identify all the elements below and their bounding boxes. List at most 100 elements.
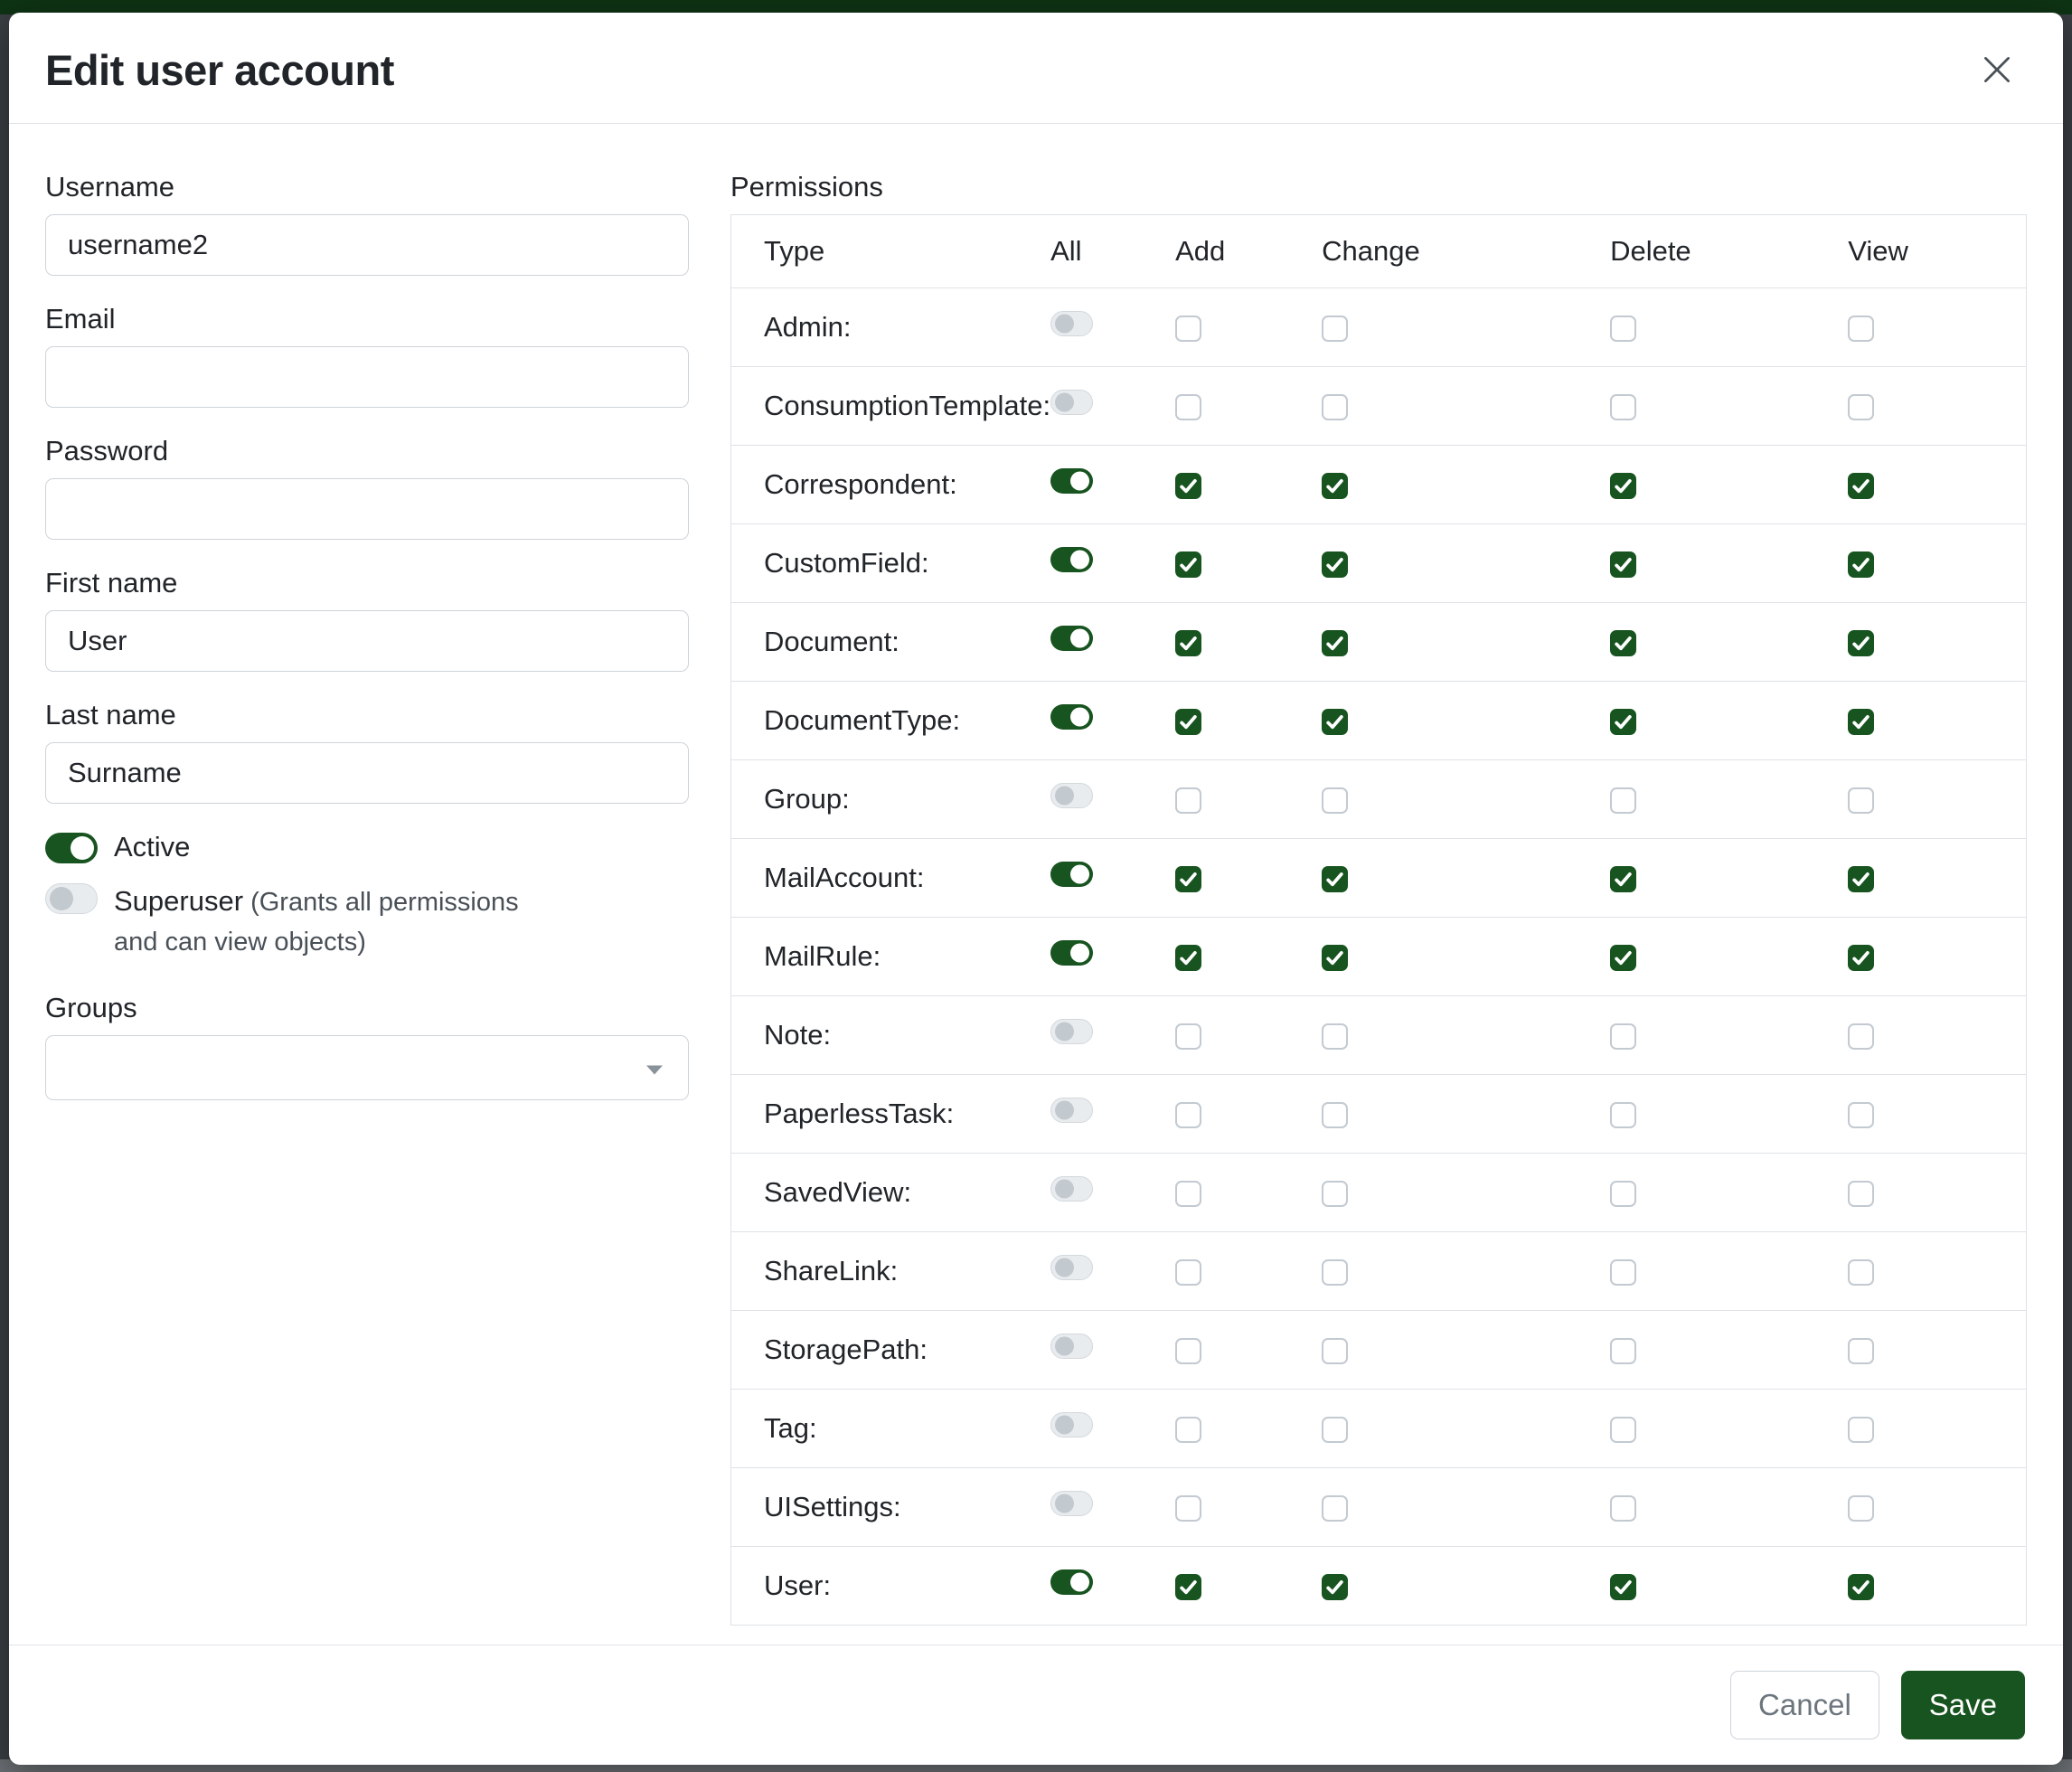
- permission-add-checkbox[interactable]: [1175, 1023, 1201, 1050]
- permission-change-checkbox[interactable]: [1322, 1338, 1348, 1364]
- permission-add-checkbox[interactable]: [1175, 1181, 1201, 1207]
- permission-add-checkbox[interactable]: [1175, 709, 1201, 735]
- permission-view-checkbox[interactable]: [1848, 1495, 1874, 1522]
- check-icon: [1850, 475, 1872, 497]
- permission-delete-checkbox[interactable]: [1610, 1417, 1636, 1443]
- permission-change-checkbox[interactable]: [1322, 1102, 1348, 1128]
- permission-view-checkbox[interactable]: [1848, 1023, 1874, 1050]
- permission-change-checkbox[interactable]: [1322, 394, 1348, 420]
- permission-change-checkbox[interactable]: [1322, 473, 1348, 499]
- permission-all-toggle[interactable]: [1050, 1491, 1093, 1516]
- permission-view-checkbox[interactable]: [1848, 1574, 1874, 1600]
- permission-add-checkbox[interactable]: [1175, 1574, 1201, 1600]
- active-toggle[interactable]: [45, 833, 98, 863]
- permission-view-checkbox[interactable]: [1848, 1181, 1874, 1207]
- permission-delete-checkbox[interactable]: [1610, 709, 1636, 735]
- permission-add-checkbox[interactable]: [1175, 394, 1201, 420]
- permission-change-checkbox[interactable]: [1322, 945, 1348, 971]
- permission-all-toggle[interactable]: [1050, 1334, 1093, 1359]
- permission-change-checkbox[interactable]: [1322, 551, 1348, 578]
- permission-change-checkbox[interactable]: [1322, 1023, 1348, 1050]
- check-icon: [1323, 868, 1346, 891]
- permission-view-checkbox[interactable]: [1848, 1259, 1874, 1286]
- permission-all-toggle[interactable]: [1050, 626, 1093, 651]
- permission-change-checkbox[interactable]: [1322, 866, 1348, 892]
- permission-all-toggle[interactable]: [1050, 311, 1093, 336]
- permission-delete-checkbox[interactable]: [1610, 866, 1636, 892]
- permission-all-toggle[interactable]: [1050, 1019, 1093, 1044]
- permission-delete-checkbox[interactable]: [1610, 1102, 1636, 1128]
- permission-add-checkbox[interactable]: [1175, 630, 1201, 656]
- permission-add-checkbox[interactable]: [1175, 1102, 1201, 1128]
- permission-add-checkbox[interactable]: [1175, 945, 1201, 971]
- permission-add-checkbox[interactable]: [1175, 316, 1201, 342]
- save-button[interactable]: Save: [1901, 1671, 2025, 1739]
- permission-change-checkbox[interactable]: [1322, 1574, 1348, 1600]
- permission-add-checkbox[interactable]: [1175, 1495, 1201, 1522]
- permission-delete-checkbox[interactable]: [1610, 551, 1636, 578]
- permission-add-checkbox[interactable]: [1175, 787, 1201, 814]
- permission-view-checkbox[interactable]: [1848, 787, 1874, 814]
- permission-view-checkbox[interactable]: [1848, 551, 1874, 578]
- close-button[interactable]: [1971, 43, 2023, 96]
- permission-change-checkbox[interactable]: [1322, 787, 1348, 814]
- permission-change-checkbox[interactable]: [1322, 316, 1348, 342]
- permission-add-checkbox[interactable]: [1175, 1259, 1201, 1286]
- permission-delete-checkbox[interactable]: [1610, 1181, 1636, 1207]
- permission-row: Tag:: [731, 1390, 2027, 1468]
- permission-delete-checkbox[interactable]: [1610, 945, 1636, 971]
- permission-delete-checkbox[interactable]: [1610, 473, 1636, 499]
- permission-change-checkbox[interactable]: [1322, 709, 1348, 735]
- permission-all-toggle[interactable]: [1050, 1176, 1093, 1202]
- permission-change-checkbox[interactable]: [1322, 1495, 1348, 1522]
- permission-all-toggle[interactable]: [1050, 1098, 1093, 1123]
- permission-view-checkbox[interactable]: [1848, 1417, 1874, 1443]
- permission-change-checkbox[interactable]: [1322, 630, 1348, 656]
- groups-select[interactable]: [45, 1035, 689, 1100]
- permission-change-checkbox[interactable]: [1322, 1417, 1348, 1443]
- permission-all-toggle[interactable]: [1050, 1569, 1093, 1595]
- permission-view-checkbox[interactable]: [1848, 1338, 1874, 1364]
- permission-delete-checkbox[interactable]: [1610, 1495, 1636, 1522]
- permission-delete-checkbox[interactable]: [1610, 787, 1636, 814]
- permissions-column-header: Delete: [1610, 215, 1848, 288]
- permission-all-toggle[interactable]: [1050, 547, 1093, 572]
- permission-change-checkbox[interactable]: [1322, 1259, 1348, 1286]
- email-input[interactable]: [45, 346, 689, 408]
- superuser-toggle[interactable]: [45, 883, 98, 914]
- permission-add-checkbox[interactable]: [1175, 551, 1201, 578]
- permission-delete-checkbox[interactable]: [1610, 630, 1636, 656]
- permission-all-toggle[interactable]: [1050, 862, 1093, 887]
- permission-all-toggle[interactable]: [1050, 1412, 1093, 1437]
- permission-all-toggle[interactable]: [1050, 390, 1093, 415]
- permission-add-checkbox[interactable]: [1175, 473, 1201, 499]
- permission-all-toggle[interactable]: [1050, 1255, 1093, 1280]
- permission-delete-checkbox[interactable]: [1610, 316, 1636, 342]
- permission-all-toggle[interactable]: [1050, 783, 1093, 808]
- permission-delete-checkbox[interactable]: [1610, 1574, 1636, 1600]
- permission-all-toggle[interactable]: [1050, 468, 1093, 494]
- permission-add-checkbox[interactable]: [1175, 1417, 1201, 1443]
- permission-view-checkbox[interactable]: [1848, 473, 1874, 499]
- permission-delete-checkbox[interactable]: [1610, 1259, 1636, 1286]
- permission-view-checkbox[interactable]: [1848, 945, 1874, 971]
- permission-add-checkbox[interactable]: [1175, 1338, 1201, 1364]
- permission-view-checkbox[interactable]: [1848, 866, 1874, 892]
- permission-view-checkbox[interactable]: [1848, 630, 1874, 656]
- permission-all-toggle[interactable]: [1050, 704, 1093, 730]
- permission-add-checkbox[interactable]: [1175, 866, 1201, 892]
- password-input[interactable]: [45, 478, 689, 540]
- permission-all-toggle[interactable]: [1050, 940, 1093, 966]
- permission-delete-checkbox[interactable]: [1610, 394, 1636, 420]
- first-name-input[interactable]: [45, 610, 689, 672]
- permission-view-checkbox[interactable]: [1848, 316, 1874, 342]
- cancel-button[interactable]: Cancel: [1730, 1671, 1879, 1739]
- permission-delete-checkbox[interactable]: [1610, 1338, 1636, 1364]
- permission-change-checkbox[interactable]: [1322, 1181, 1348, 1207]
- permission-view-checkbox[interactable]: [1848, 1102, 1874, 1128]
- permission-delete-checkbox[interactable]: [1610, 1023, 1636, 1050]
- permission-view-checkbox[interactable]: [1848, 394, 1874, 420]
- last-name-input[interactable]: [45, 742, 689, 804]
- permission-view-checkbox[interactable]: [1848, 709, 1874, 735]
- username-input[interactable]: [45, 214, 689, 276]
